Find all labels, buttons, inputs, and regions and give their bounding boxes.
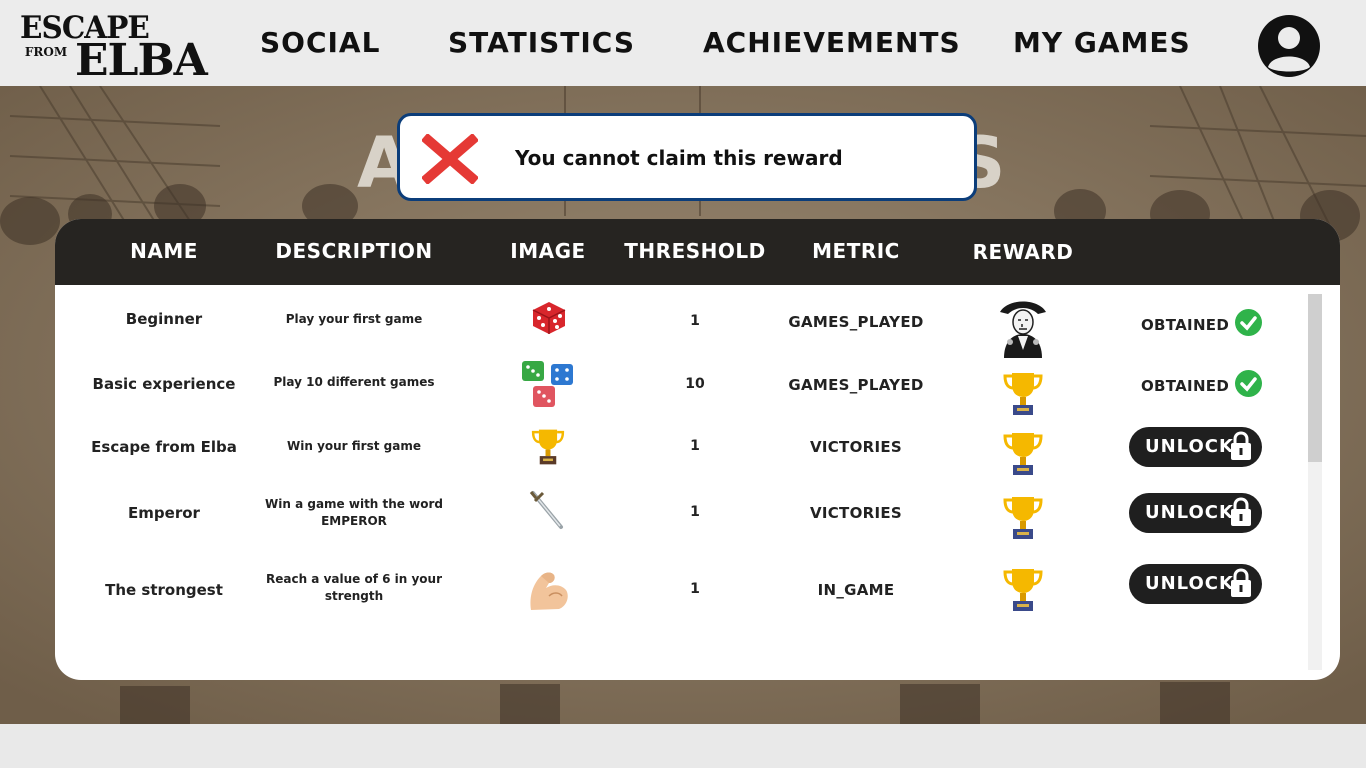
table-row: Beginner Play your first game 1 GAMES_PL… [55, 294, 1305, 359]
trophy-icon [1003, 373, 1043, 415]
achievement-description: Win a game with the word EMPEROR [244, 496, 464, 530]
toast-message: You cannot claim this reward [515, 146, 843, 170]
achievement-description: Play your first game [285, 312, 423, 326]
unlock-label: UNLOCK [1145, 502, 1234, 523]
sword-icon [529, 491, 563, 529]
description-line-2: strength [324, 589, 384, 603]
achievement-metric: IN_GAME [817, 581, 895, 599]
status-obtained: OBTAINED [1141, 309, 1263, 339]
achievement-description: Win your first game [287, 439, 421, 453]
trophy-icon [531, 429, 565, 465]
check-icon [1235, 309, 1263, 336]
achievement-threshold: 1 [690, 313, 700, 329]
nav-statistics[interactable]: STATISTICS [448, 26, 635, 59]
achievement-metric: GAMES_PLAYED [788, 376, 924, 394]
unlock-label: UNLOCK [1145, 573, 1234, 594]
nav-achievements[interactable]: ACHIEVEMENTS [703, 26, 961, 59]
achievement-threshold: 1 [690, 504, 700, 520]
scrollbar-thumb[interactable] [1308, 294, 1322, 462]
table-row: Escape from Elba Win your first game 1 V… [55, 419, 1305, 485]
escape-from-elba-logo[interactable]: ESCAPE FROM ELBA [20, 10, 250, 86]
achievement-description: Play 10 different games [273, 375, 435, 389]
red-dice-icon [532, 302, 566, 334]
red-x-icon [422, 134, 478, 184]
nav-my-games[interactable]: MY GAMES [1013, 26, 1191, 59]
unlock-button[interactable]: UNLOCK [1129, 493, 1262, 533]
unlock-label: UNLOCK [1145, 436, 1234, 457]
header-threshold: THRESHOLD [624, 239, 766, 263]
user-avatar-icon[interactable] [1258, 15, 1320, 77]
unlock-button[interactable]: UNLOCK [1129, 427, 1262, 467]
header-name: NAME [130, 239, 198, 263]
error-toast: You cannot claim this reward [397, 113, 977, 201]
header-metric: METRIC [812, 239, 900, 263]
header-reward: REWARD [972, 240, 1074, 264]
nav-social[interactable]: SOCIAL [260, 26, 380, 59]
achievement-name: Beginner [125, 310, 203, 328]
top-nav-bar: ESCAPE FROM ELBA SOCIAL STATISTICS ACHIE… [0, 0, 1366, 86]
achievements-table: NAME DESCRIPTION IMAGE THRESHOLD METRIC … [55, 219, 1340, 680]
description-line-1: Reach a value of 6 in your [265, 572, 442, 586]
table-header: NAME DESCRIPTION IMAGE THRESHOLD METRIC … [55, 219, 1340, 285]
table-row: Basic experience Play 10 different games… [55, 359, 1305, 419]
header-description: DESCRIPTION [275, 239, 433, 263]
trophy-icon [1003, 433, 1043, 475]
napoleon-portrait-icon [1000, 301, 1046, 358]
achievement-metric: VICTORIES [809, 438, 903, 456]
trophy-icon [1003, 497, 1043, 539]
logo-line-3: ELBA [75, 35, 208, 86]
status-label: OBTAINED [1141, 316, 1230, 334]
status-label: OBTAINED [1141, 377, 1230, 395]
achievement-metric: VICTORIES [809, 504, 903, 522]
description-line-1: Win a game with the word [265, 497, 443, 511]
lock-icon [1231, 497, 1251, 526]
check-icon [1235, 370, 1263, 397]
status-obtained: OBTAINED [1141, 370, 1263, 400]
table-row: The strongest Reach a value of 6 in your… [55, 551, 1305, 631]
table-scrollbar[interactable] [1308, 294, 1322, 670]
footer-bar [0, 724, 1366, 768]
achievement-name: Basic experience [92, 375, 236, 393]
lock-icon [1231, 431, 1251, 460]
header-image: IMAGE [510, 239, 586, 263]
flexed-bicep-icon [530, 572, 568, 610]
table-row: Emperor Win a game with the word EMPEROR… [55, 485, 1305, 551]
description-line-2: EMPEROR [321, 514, 387, 528]
achievement-name: Emperor [128, 504, 200, 522]
trophy-icon [1003, 569, 1043, 611]
achievement-threshold: 1 [690, 438, 700, 454]
achievement-metric: GAMES_PLAYED [788, 313, 924, 331]
unlock-button[interactable]: UNLOCK [1129, 564, 1262, 604]
colored-dice-icon [522, 361, 573, 407]
logo-line-2: FROM [24, 45, 68, 59]
achievement-description: Reach a value of 6 in your strength [244, 571, 464, 605]
achievement-threshold: 10 [685, 376, 705, 392]
lock-icon [1231, 568, 1251, 597]
achievement-name: The strongest [105, 581, 223, 599]
achievement-threshold: 1 [690, 581, 700, 597]
achievement-name: Escape from Elba [91, 438, 237, 456]
